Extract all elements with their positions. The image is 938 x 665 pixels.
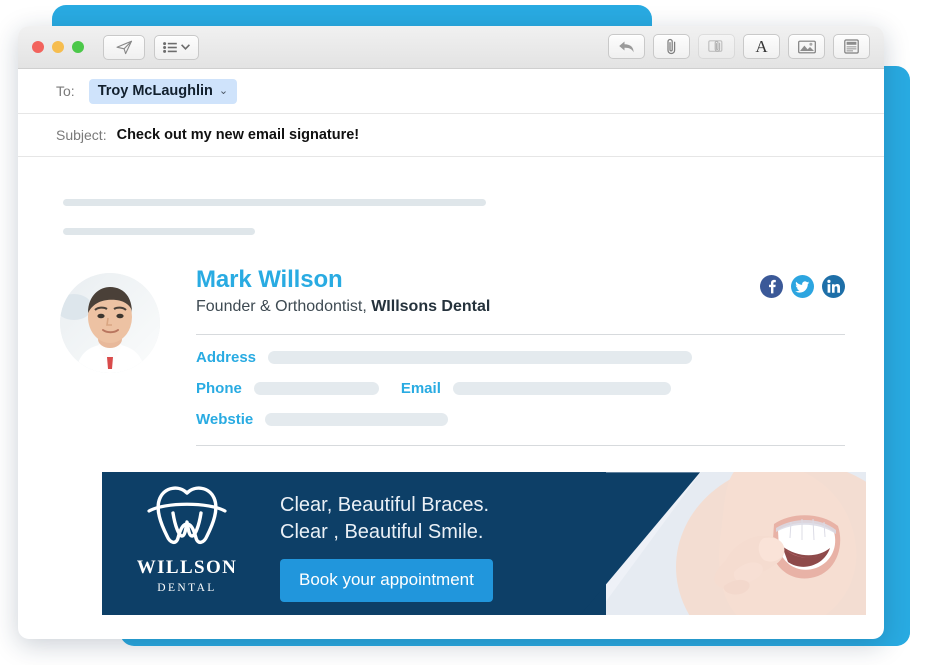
logo-wordmark: WILLSON bbox=[136, 557, 238, 579]
banner-content: Clear, Beautiful Braces. Clear , Beautif… bbox=[280, 492, 493, 603]
recipient-name: Troy McLaughlin bbox=[97, 82, 213, 99]
zoom-window-button[interactable] bbox=[72, 41, 84, 53]
message-body[interactable]: Mark Willson Founder & Orthodontist, WIl… bbox=[18, 157, 884, 616]
website-label: Webstie bbox=[196, 411, 254, 429]
logo-subtext: DENTAL bbox=[157, 582, 217, 595]
signature-divider-top bbox=[196, 334, 845, 336]
list-icon bbox=[163, 41, 177, 53]
twitter-icon[interactable] bbox=[791, 275, 814, 298]
stationery-icon bbox=[844, 39, 859, 54]
linkedin-icon[interactable] bbox=[822, 275, 845, 298]
send-button[interactable] bbox=[103, 34, 145, 60]
email-value-placeholder bbox=[452, 382, 671, 396]
signature-detail-row: Webstie bbox=[196, 411, 845, 428]
signature-detail-row: Address bbox=[196, 349, 845, 366]
subject-label: Subject: bbox=[56, 127, 107, 143]
tooth-w-logo-icon bbox=[145, 486, 229, 554]
banner-headline-line-1: Clear, Beautiful Braces. bbox=[280, 494, 489, 517]
window-titlebar: A bbox=[18, 26, 884, 69]
avatar bbox=[60, 273, 160, 373]
to-field-row[interactable]: To: Troy McLaughlin ⌄ bbox=[18, 69, 884, 113]
email-signature: Mark Willson Founder & Orthodontist, WIl… bbox=[60, 266, 866, 616]
toolbar-right-group: A bbox=[608, 34, 870, 59]
facebook-icon[interactable] bbox=[760, 275, 783, 298]
book-appointment-button[interactable]: Book your appointment bbox=[280, 559, 493, 603]
reply-button[interactable] bbox=[608, 34, 645, 59]
phone-label: Phone bbox=[196, 380, 242, 398]
photo-icon bbox=[797, 40, 816, 54]
banner-headline-line-2: Clear , Beautiful Smile. bbox=[280, 521, 484, 544]
chevron-down-icon bbox=[181, 44, 190, 50]
address-label: Address bbox=[196, 349, 257, 367]
willson-dental-logo: WILLSON DENTAL bbox=[124, 486, 250, 594]
signature-divider-bottom bbox=[196, 445, 845, 447]
email-label: Email bbox=[400, 380, 441, 398]
website-value-placeholder bbox=[265, 413, 449, 427]
address-value-placeholder bbox=[268, 351, 693, 365]
body-placeholder-line-2 bbox=[63, 228, 255, 235]
stationery-button[interactable] bbox=[833, 34, 870, 59]
subject-field-row[interactable]: Subject: Check out my new email signatur… bbox=[18, 113, 884, 157]
signature-title: Founder & Orthodontist, WIllsons Dental bbox=[196, 298, 845, 316]
close-window-button[interactable] bbox=[32, 41, 44, 53]
signature-role: Founder & Orthodontist, bbox=[196, 298, 372, 316]
chevron-down-icon[interactable]: ⌄ bbox=[219, 84, 228, 97]
reply-arrow-icon bbox=[618, 40, 635, 54]
to-label: To: bbox=[56, 83, 75, 99]
promo-banner[interactable]: WILLSON DENTAL Clear, Beautiful Braces. … bbox=[102, 472, 866, 616]
signature-header: Mark Willson Founder & Orthodontist, WIl… bbox=[60, 266, 845, 447]
insert-photo-button[interactable] bbox=[788, 34, 825, 59]
social-links bbox=[760, 275, 845, 298]
mail-compose-window: A To: Troy McLaughlin ⌄ Subject: Check o… bbox=[18, 26, 884, 639]
format-text-button[interactable]: A bbox=[743, 34, 780, 59]
signature-company: WIllsons Dental bbox=[371, 298, 491, 316]
paperclip-icon bbox=[665, 38, 678, 55]
signature-name: Mark Willson bbox=[196, 266, 343, 293]
recipient-token[interactable]: Troy McLaughlin ⌄ bbox=[88, 78, 238, 104]
document-clip-icon bbox=[708, 39, 725, 54]
letter-a-icon: A bbox=[755, 37, 768, 56]
phone-value-placeholder bbox=[253, 382, 379, 396]
signature-detail-row: Phone Email bbox=[196, 380, 845, 397]
signature-identity: Mark Willson Founder & Orthodontist, WIl… bbox=[196, 266, 845, 447]
minimize-window-button[interactable] bbox=[52, 41, 64, 53]
subject-input[interactable]: Check out my new email signature! bbox=[117, 127, 360, 143]
body-placeholder-line-1 bbox=[63, 199, 486, 206]
paper-plane-icon bbox=[115, 40, 133, 55]
page-root: A To: Troy McLaughlin ⌄ Subject: Check o… bbox=[0, 0, 938, 665]
list-format-button[interactable] bbox=[154, 34, 199, 60]
traffic-light-controls bbox=[32, 41, 84, 53]
attach-document-button[interactable] bbox=[698, 34, 735, 59]
attach-button[interactable] bbox=[653, 34, 690, 59]
